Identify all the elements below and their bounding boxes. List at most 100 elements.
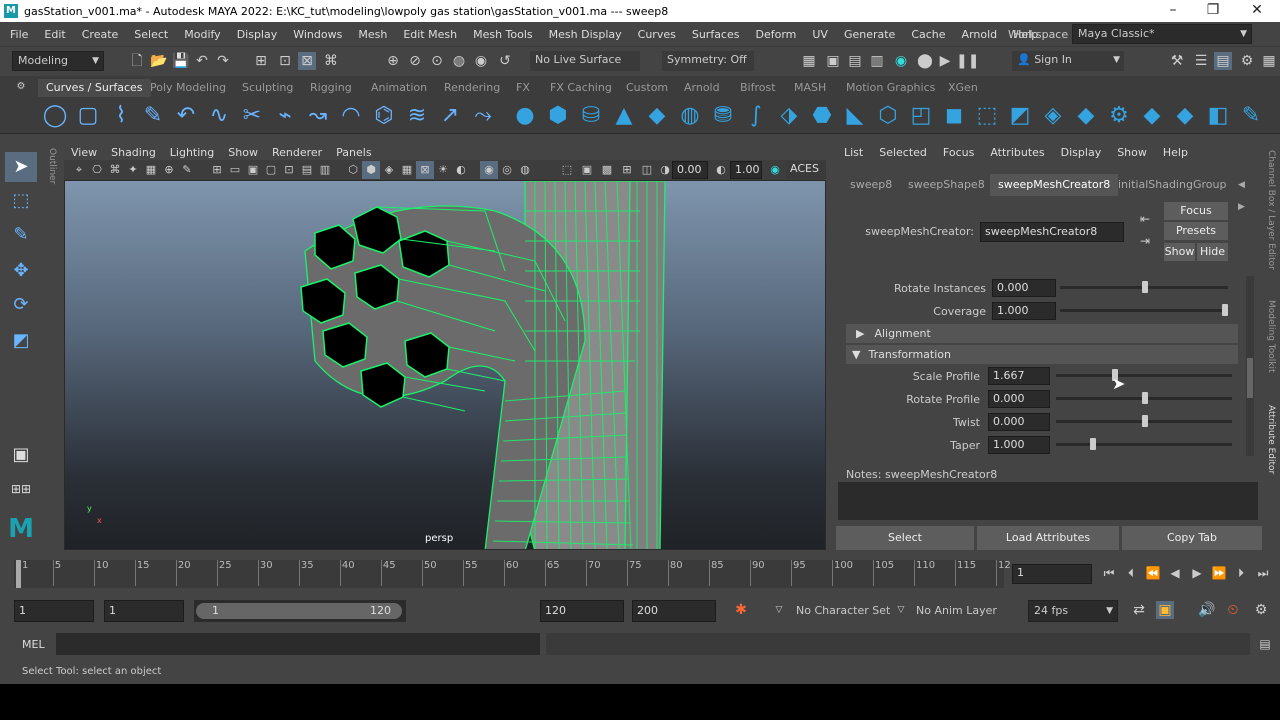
untrim-icon[interactable]: ⚙ — [1106, 102, 1132, 130]
offset-curve-icon[interactable]: ⌬ — [371, 102, 397, 130]
script-editor-icon[interactable]: ▤ — [1256, 635, 1274, 653]
extend-curve-icon[interactable]: ◠ — [338, 102, 364, 130]
workspace-dropdown[interactable]: Maya Classic* ▼ — [1072, 24, 1252, 44]
rotate-profile-handle[interactable] — [1142, 392, 1148, 404]
current-frame-field[interactable]: 1 — [1012, 564, 1092, 584]
shelf-settings-icon[interactable]: ⚙ — [12, 78, 30, 96]
loop-playback-icon[interactable]: ⇄ — [1130, 601, 1148, 619]
shelf-tab-mash[interactable]: MASH — [786, 79, 834, 97]
transformation-section-header[interactable]: ▼ Transformation — [846, 345, 1238, 364]
select-object-icon[interactable]: ⊡ — [276, 52, 294, 70]
lasso-tool-icon[interactable]: ⬚ — [5, 186, 37, 216]
go-to-end-icon[interactable]: ⏭ — [1254, 564, 1272, 582]
ae-tab-sweepmeshcreator8[interactable]: sweepMeshCreator8 — [990, 174, 1119, 196]
symmetry-dropdown[interactable]: Symmetry: Off — [662, 51, 754, 71]
step-forward-key-icon[interactable]: ⏵ — [1232, 564, 1250, 582]
step-back-key-icon[interactable]: ⏴ — [1122, 564, 1140, 582]
twist-field[interactable]: 0.000 — [988, 413, 1050, 431]
character-set-dropdown-icon[interactable]: ▽ — [770, 601, 788, 619]
viewport-menu-panels[interactable]: Panels — [329, 146, 378, 159]
copy-tab-button[interactable]: Copy Tab — [1122, 526, 1262, 550]
select-hierarchy-icon[interactable]: ⊞ — [252, 52, 270, 70]
notes-text-area[interactable] — [838, 482, 1258, 520]
presets-button[interactable]: Presets — [1164, 222, 1228, 240]
range-slider[interactable]: 1 120 — [194, 600, 406, 622]
alignment-section-header[interactable]: ▶ Alignment — [846, 324, 1238, 343]
trim-tool-icon[interactable]: ◆ — [1073, 102, 1099, 130]
insert-knot-icon[interactable]: ↝ — [305, 102, 331, 130]
menu-item-arnold[interactable]: Arnold — [954, 28, 1006, 41]
menu-item-generate[interactable]: Generate — [836, 28, 903, 41]
menu-item-windows[interactable]: Windows — [285, 28, 350, 41]
motion-blur-icon[interactable]: ▩ — [598, 161, 616, 179]
wireframe-on-shaded-icon[interactable]: ⊠ — [416, 161, 434, 179]
detach-surfaces-icon[interactable]: ◆ — [1172, 102, 1198, 130]
nurbs-cube-icon[interactable]: ⬢ — [545, 102, 571, 130]
rotate-instances-field[interactable]: 0.000 — [992, 279, 1056, 297]
attribute-editor-toggle-icon[interactable]: ☰ — [1192, 52, 1210, 70]
rotate-profile-field[interactable]: 0.000 — [988, 390, 1050, 408]
hypershade-icon[interactable]: ◉ — [892, 52, 910, 70]
rebuild-curve-icon[interactable]: ≋ — [404, 102, 430, 130]
boundary-icon[interactable]: ◰ — [908, 102, 934, 130]
select-component-icon[interactable]: ⊠ — [298, 52, 316, 70]
ambient-occlusion-icon[interactable]: ▣ — [578, 161, 596, 179]
mel-label[interactable]: MEL — [22, 638, 45, 651]
duplicate-surface-icon[interactable]: ⬚ — [974, 102, 1000, 130]
sound-icon[interactable]: 🔊 — [1198, 601, 1216, 619]
taper-slider[interactable] — [1056, 438, 1232, 450]
shelf-tab-motion-graphics[interactable]: Motion Graphics — [838, 79, 943, 97]
step-back-frame-icon[interactable]: ⏪ — [1144, 564, 1162, 582]
save-scene-icon[interactable]: 💾 — [172, 52, 190, 70]
shelf-tab-animation[interactable]: Animation — [363, 79, 435, 97]
grease-pencil-icon[interactable]: ✎ — [178, 161, 196, 179]
snap-grid-icon[interactable]: ⊕ — [384, 52, 402, 70]
rotate-instances-handle[interactable] — [1142, 281, 1148, 293]
ae-menu-selected[interactable]: Selected — [871, 146, 935, 159]
nurbs-sphere-icon[interactable]: ● — [512, 102, 538, 130]
shelf-tab-arnold[interactable]: Arnold — [676, 79, 728, 97]
play-backward-icon[interactable]: ◀ — [1166, 564, 1184, 582]
select-tool-icon[interactable]: ➤ — [5, 152, 37, 182]
render-region-icon[interactable]: ▦ — [800, 52, 818, 70]
viewport-menu-lighting[interactable]: Lighting — [163, 146, 221, 159]
add-points-icon[interactable]: ↗ — [437, 102, 463, 130]
viewport-menu-renderer[interactable]: Renderer — [265, 146, 329, 159]
snap-view-icon[interactable]: ◍ — [450, 52, 468, 70]
shelf-tab-sculpting[interactable]: Sculpting — [234, 79, 301, 97]
modeling-toolkit-icon[interactable]: ⚒ — [1168, 52, 1186, 70]
shelf-tab-fx[interactable]: FX — [508, 79, 538, 97]
cv-curve-icon[interactable]: ⌇ — [108, 102, 134, 130]
go-to-start-icon[interactable]: ⏮ — [1100, 564, 1118, 582]
playback-settings-icon[interactable]: ⚙ — [1252, 601, 1270, 619]
four-view-layout-icon[interactable]: ⊞⊞ — [5, 474, 37, 504]
menu-item-edit-mesh[interactable]: Edit Mesh — [395, 28, 465, 41]
ae-tab-sweep8[interactable]: sweep8 — [842, 174, 900, 196]
menu-item-select[interactable]: Select — [126, 28, 176, 41]
ae-menu-focus[interactable]: Focus — [935, 146, 982, 159]
load-attributes-button[interactable]: Load Attributes — [977, 526, 1119, 550]
play-forward-icon[interactable]: ▶ — [1188, 564, 1206, 582]
field-chart-icon[interactable]: ⊡ — [280, 161, 298, 179]
scale-profile-field[interactable]: 1.667 — [988, 367, 1050, 385]
menu-item-deform[interactable]: Deform — [747, 28, 804, 41]
camera-select-icon[interactable]: ⌖ — [70, 161, 88, 179]
channel-box-side-tab[interactable]: Channel Box / Layer Editor — [1266, 150, 1276, 270]
default-material-icon[interactable]: ◈ — [380, 161, 398, 179]
snap-surface-icon[interactable]: ◉ — [472, 52, 490, 70]
menu-item-surfaces[interactable]: Surfaces — [684, 28, 748, 41]
arnold-render-icon[interactable]: ⬤ — [916, 52, 934, 70]
image-plane-icon[interactable]: ▦ — [142, 161, 160, 179]
render-settings-icon[interactable]: ▥ — [868, 52, 886, 70]
view-transform-field[interactable]: ACES 1. — [786, 161, 826, 191]
detach-curves-icon[interactable]: ⌁ — [272, 102, 298, 130]
show-button[interactable]: Show — [1164, 243, 1195, 261]
ae-menu-display[interactable]: Display — [1053, 146, 1110, 159]
rotate-tool-icon[interactable]: ⟳ — [5, 290, 37, 320]
snap-point-icon[interactable]: ⊙ — [428, 52, 446, 70]
menu-item-display[interactable]: Display — [229, 28, 286, 41]
attribute-scrollbar[interactable] — [1246, 276, 1254, 456]
ipr-render-icon[interactable]: ▤ — [846, 52, 864, 70]
curve-edit-icon[interactable]: ⤳ — [470, 102, 496, 130]
shelf-tab-rigging[interactable]: Rigging — [302, 79, 360, 97]
